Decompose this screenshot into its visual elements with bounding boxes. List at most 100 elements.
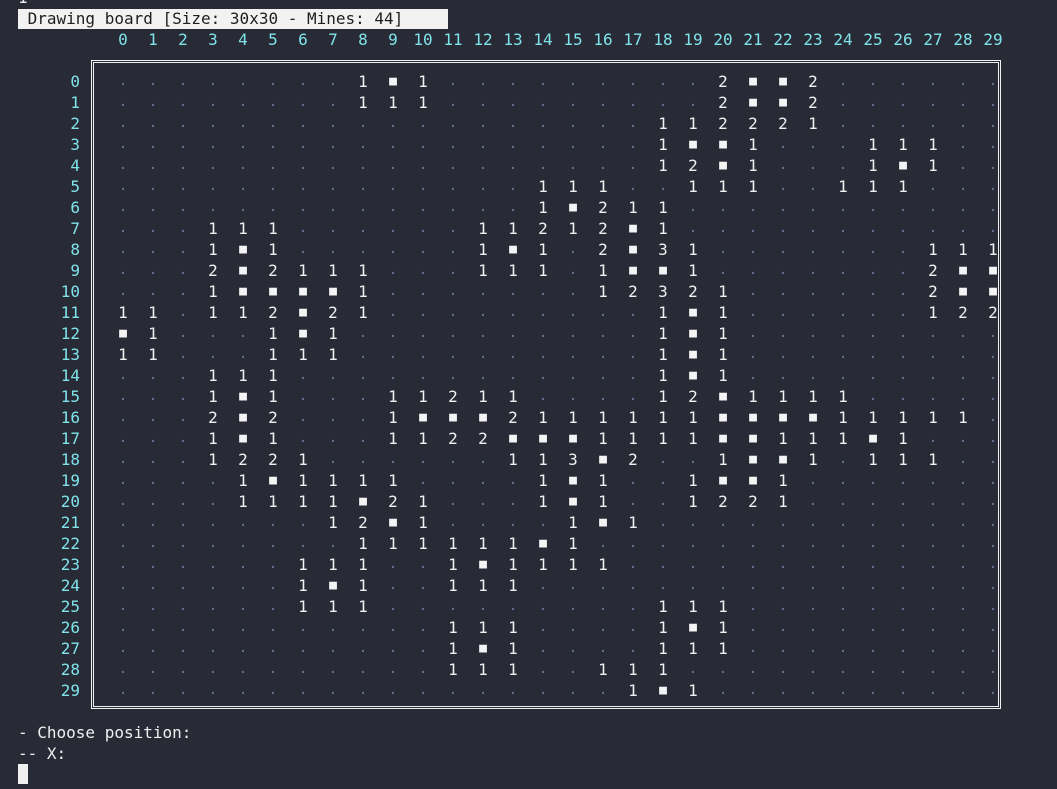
hidden-cell[interactable]: .: [948, 71, 978, 92]
number-cell[interactable]: 1: [468, 239, 498, 260]
hidden-cell[interactable]: .: [408, 575, 438, 596]
hidden-cell[interactable]: .: [108, 239, 138, 260]
number-cell[interactable]: 1: [378, 386, 408, 407]
number-cell[interactable]: 1: [348, 302, 378, 323]
hidden-cell[interactable]: .: [798, 554, 828, 575]
mine-cell[interactable]: ■: [708, 386, 738, 407]
number-cell[interactable]: 1: [288, 344, 318, 365]
hidden-cell[interactable]: .: [648, 575, 678, 596]
hidden-cell[interactable]: .: [858, 533, 888, 554]
hidden-cell[interactable]: .: [768, 281, 798, 302]
hidden-cell[interactable]: .: [318, 71, 348, 92]
number-cell[interactable]: 1: [708, 638, 738, 659]
hidden-cell[interactable]: .: [618, 638, 648, 659]
hidden-cell[interactable]: .: [468, 197, 498, 218]
hidden-cell[interactable]: .: [828, 134, 858, 155]
hidden-cell[interactable]: .: [708, 680, 738, 701]
mine-cell[interactable]: ■: [858, 428, 888, 449]
hidden-cell[interactable]: .: [378, 575, 408, 596]
hidden-cell[interactable]: .: [858, 386, 888, 407]
number-cell[interactable]: 2: [918, 260, 948, 281]
hidden-cell[interactable]: .: [198, 344, 228, 365]
hidden-cell[interactable]: .: [828, 113, 858, 134]
number-cell[interactable]: 1: [498, 260, 528, 281]
number-cell[interactable]: 1: [498, 617, 528, 638]
hidden-cell[interactable]: .: [738, 596, 768, 617]
hidden-cell[interactable]: .: [948, 134, 978, 155]
hidden-cell[interactable]: .: [618, 596, 648, 617]
hidden-cell[interactable]: .: [348, 428, 378, 449]
hidden-cell[interactable]: .: [948, 575, 978, 596]
hidden-cell[interactable]: .: [408, 470, 438, 491]
number-cell[interactable]: 2: [708, 92, 738, 113]
mine-cell[interactable]: ■: [948, 281, 978, 302]
hidden-cell[interactable]: .: [318, 386, 348, 407]
hidden-cell[interactable]: .: [948, 533, 978, 554]
hidden-cell[interactable]: .: [258, 659, 288, 680]
number-cell[interactable]: 1: [588, 260, 618, 281]
mine-cell[interactable]: ■: [438, 407, 468, 428]
hidden-cell[interactable]: .: [258, 134, 288, 155]
mine-cell[interactable]: ■: [768, 71, 798, 92]
number-cell[interactable]: 1: [258, 218, 288, 239]
number-cell[interactable]: 1: [408, 512, 438, 533]
mine-cell[interactable]: ■: [528, 533, 558, 554]
hidden-cell[interactable]: .: [198, 617, 228, 638]
hidden-cell[interactable]: .: [228, 638, 258, 659]
number-cell[interactable]: 2: [708, 491, 738, 512]
mine-cell[interactable]: ■: [558, 470, 588, 491]
number-cell[interactable]: 1: [348, 575, 378, 596]
number-cell[interactable]: 1: [858, 407, 888, 428]
number-cell[interactable]: 1: [228, 218, 258, 239]
hidden-cell[interactable]: .: [888, 113, 918, 134]
hidden-cell[interactable]: .: [858, 596, 888, 617]
hidden-cell[interactable]: .: [798, 218, 828, 239]
hidden-cell[interactable]: .: [558, 281, 588, 302]
hidden-cell[interactable]: .: [438, 449, 468, 470]
hidden-cell[interactable]: .: [918, 113, 948, 134]
number-cell[interactable]: 1: [918, 449, 948, 470]
hidden-cell[interactable]: .: [468, 302, 498, 323]
hidden-cell[interactable]: .: [798, 575, 828, 596]
hidden-cell[interactable]: .: [948, 176, 978, 197]
hidden-cell[interactable]: .: [408, 302, 438, 323]
hidden-cell[interactable]: .: [618, 113, 648, 134]
hidden-cell[interactable]: .: [588, 134, 618, 155]
number-cell[interactable]: 1: [348, 260, 378, 281]
hidden-cell[interactable]: .: [558, 659, 588, 680]
number-cell[interactable]: 1: [918, 155, 948, 176]
hidden-cell[interactable]: .: [828, 155, 858, 176]
hidden-cell[interactable]: .: [468, 596, 498, 617]
hidden-cell[interactable]: .: [948, 449, 978, 470]
hidden-cell[interactable]: .: [978, 617, 1008, 638]
hidden-cell[interactable]: .: [588, 680, 618, 701]
number-cell[interactable]: 1: [108, 302, 138, 323]
hidden-cell[interactable]: .: [108, 575, 138, 596]
hidden-cell[interactable]: .: [228, 113, 258, 134]
hidden-cell[interactable]: .: [288, 659, 318, 680]
hidden-cell[interactable]: .: [228, 617, 258, 638]
hidden-cell[interactable]: .: [558, 344, 588, 365]
hidden-cell[interactable]: .: [978, 134, 1008, 155]
hidden-cell[interactable]: .: [438, 323, 468, 344]
hidden-cell[interactable]: .: [678, 659, 708, 680]
hidden-cell[interactable]: .: [918, 470, 948, 491]
hidden-cell[interactable]: .: [738, 617, 768, 638]
hidden-cell[interactable]: .: [798, 134, 828, 155]
number-cell[interactable]: 1: [408, 71, 438, 92]
hidden-cell[interactable]: .: [888, 470, 918, 491]
hidden-cell[interactable]: .: [888, 344, 918, 365]
number-cell[interactable]: 2: [318, 302, 348, 323]
hidden-cell[interactable]: .: [708, 659, 738, 680]
hidden-cell[interactable]: .: [408, 218, 438, 239]
mine-cell[interactable]: ■: [288, 323, 318, 344]
hidden-cell[interactable]: .: [948, 428, 978, 449]
hidden-cell[interactable]: .: [288, 197, 318, 218]
hidden-cell[interactable]: .: [468, 323, 498, 344]
hidden-cell[interactable]: .: [978, 596, 1008, 617]
hidden-cell[interactable]: .: [618, 491, 648, 512]
number-cell[interactable]: 1: [348, 596, 378, 617]
hidden-cell[interactable]: .: [888, 617, 918, 638]
number-cell[interactable]: 1: [798, 113, 828, 134]
mine-cell[interactable]: ■: [708, 134, 738, 155]
